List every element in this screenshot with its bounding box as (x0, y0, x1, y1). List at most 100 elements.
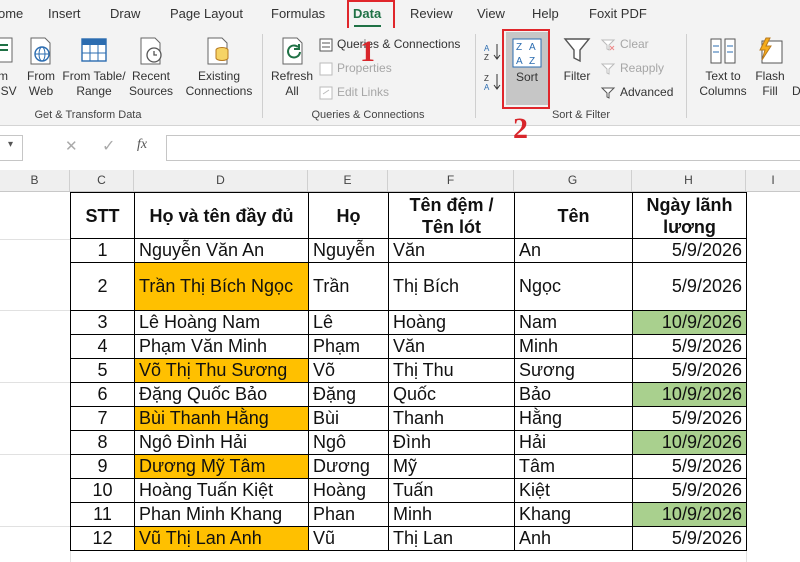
cell-full-name[interactable]: Võ Thị Thu Sương (134, 358, 309, 383)
cell-stt[interactable]: 2 (70, 262, 135, 311)
tab-foxit-pdf[interactable]: Foxit PDF (589, 6, 647, 21)
sort-desc-icon[interactable]: Z A (484, 72, 504, 92)
column-header-c[interactable]: C (70, 170, 134, 191)
tab-home[interactable]: ome (0, 6, 23, 21)
cell-full-name[interactable]: Đặng Quốc Bảo (134, 382, 309, 407)
tab-page-layout[interactable]: Page Layout (170, 6, 243, 21)
from-web-button[interactable]: From Web (22, 36, 58, 98)
cell-date[interactable]: 5/9/2026 (632, 262, 747, 311)
cell-full-name[interactable]: Hoàng Tuấn Kiệt (134, 478, 309, 503)
column-header-b[interactable]: B (0, 170, 70, 191)
cell-date[interactable]: 5/9/2026 (632, 238, 747, 263)
cell-ho[interactable]: Vũ (308, 526, 389, 551)
cell-date[interactable]: 10/9/2026 (632, 430, 747, 455)
cell-ho[interactable]: Bùi (308, 406, 389, 431)
clear-button[interactable]: Clear (600, 36, 670, 54)
cell-ten[interactable]: An (514, 238, 633, 263)
enter-icon[interactable]: ✓ (102, 136, 115, 156)
chevron-down-icon[interactable]: ▾ (8, 139, 13, 150)
cell-ten[interactable]: Hằng (514, 406, 633, 431)
text-to-columns-button[interactable]: Text to Columns (694, 36, 752, 98)
sort-asc-icon[interactable]: A Z (484, 42, 504, 62)
cell-ten-dem[interactable]: Quốc (388, 382, 515, 407)
tab-formulas[interactable]: Formulas (271, 6, 325, 21)
existing-connections-button[interactable]: Existing Connections (181, 36, 257, 98)
cell-ho[interactable]: Dương (308, 454, 389, 479)
cell-date[interactable]: 5/9/2026 (632, 454, 747, 479)
reapply-button[interactable]: Reapply (600, 60, 670, 78)
cell-stt[interactable]: 6 (70, 382, 135, 407)
tab-review[interactable]: Review (410, 6, 453, 21)
cell-ten-dem[interactable]: Thanh (388, 406, 515, 431)
filter-button[interactable]: Filter (558, 36, 596, 98)
cell-ten-dem[interactable]: Đình (388, 430, 515, 455)
cell-full-name[interactable]: Nguyễn Văn An (134, 238, 309, 263)
header-ten-dem[interactable]: Tên đệm / Tên lót (388, 192, 515, 239)
insert-function-icon[interactable]: fx (137, 137, 147, 153)
name-box[interactable]: ▾ (0, 135, 23, 161)
cell-full-name[interactable]: Bùi Thanh Hằng (134, 406, 309, 431)
from-table-range-button[interactable]: From Table/ Range (61, 36, 127, 98)
tab-view[interactable]: View (477, 6, 505, 21)
column-header-d[interactable]: D (134, 170, 308, 191)
cell-date[interactable]: 10/9/2026 (632, 502, 747, 527)
cell-ho[interactable]: Phạm (308, 334, 389, 359)
cell-full-name[interactable]: Dương Mỹ Tâm (134, 454, 309, 479)
remove-duplicates-button[interactable]: D (790, 36, 800, 98)
cancel-icon[interactable]: ✕ (65, 137, 78, 155)
header-ten[interactable]: Tên (514, 192, 633, 239)
cell-stt[interactable]: 10 (70, 478, 135, 503)
tab-insert[interactable]: Insert (48, 6, 81, 21)
cell-ten-dem[interactable]: Mỹ (388, 454, 515, 479)
cell-stt[interactable]: 3 (70, 310, 135, 335)
cell-stt[interactable]: 8 (70, 430, 135, 455)
cell-full-name[interactable]: Lê Hoàng Nam (134, 310, 309, 335)
tab-draw[interactable]: Draw (110, 6, 140, 21)
column-header-g[interactable]: G (514, 170, 632, 191)
queries-connections-button[interactable]: Queries & Connections (318, 36, 463, 54)
cell-ten[interactable]: Anh (514, 526, 633, 551)
cell-ten[interactable]: Sương (514, 358, 633, 383)
cell-ten[interactable]: Ngọc (514, 262, 633, 311)
cell-ho[interactable]: Đặng (308, 382, 389, 407)
tab-help[interactable]: Help (532, 6, 559, 21)
cell-ho[interactable]: Nguyễn (308, 238, 389, 263)
column-header-i[interactable]: I (746, 170, 800, 191)
cell-ten-dem[interactable]: Thị Lan (388, 526, 515, 551)
cell-ho[interactable]: Phan (308, 502, 389, 527)
cell-full-name[interactable]: Ngô Đình Hải (134, 430, 309, 455)
cell-ten-dem[interactable]: Hoàng (388, 310, 515, 335)
column-header-e[interactable]: E (308, 170, 388, 191)
recent-sources-button[interactable]: Recent Sources (128, 36, 174, 98)
cell-date[interactable]: 5/9/2026 (632, 478, 747, 503)
flash-fill-button[interactable]: Flash Fill (752, 36, 788, 98)
cell-date[interactable]: 5/9/2026 (632, 358, 747, 383)
cell-stt[interactable]: 1 (70, 238, 135, 263)
advanced-button[interactable]: Advanced (600, 84, 680, 102)
cell-ten-dem[interactable]: Văn (388, 238, 515, 263)
cell-ten-dem[interactable]: Tuấn (388, 478, 515, 503)
cell-ten-dem[interactable]: Thị Bích (388, 262, 515, 311)
cell-ten[interactable]: Tâm (514, 454, 633, 479)
cell-date[interactable]: 10/9/2026 (632, 310, 747, 335)
cell-ten-dem[interactable]: Minh (388, 502, 515, 527)
cell-stt[interactable]: 4 (70, 334, 135, 359)
cell-full-name[interactable]: Vũ Thị Lan Anh (134, 526, 309, 551)
cell-full-name[interactable]: Phan Minh Khang (134, 502, 309, 527)
cell-full-name[interactable]: Trần Thị Bích Ngọc (134, 262, 309, 311)
cell-ho[interactable]: Hoàng (308, 478, 389, 503)
cell-ho[interactable]: Ngô (308, 430, 389, 455)
header-ho[interactable]: Họ (308, 192, 389, 239)
cell-ten-dem[interactable]: Văn (388, 334, 515, 359)
cell-stt[interactable]: 7 (70, 406, 135, 431)
cell-ten[interactable]: Bảo (514, 382, 633, 407)
cell-full-name[interactable]: Phạm Văn Minh (134, 334, 309, 359)
cell-ten[interactable]: Nam (514, 310, 633, 335)
cell-stt[interactable]: 11 (70, 502, 135, 527)
cell-stt[interactable]: 12 (70, 526, 135, 551)
cell-date[interactable]: 5/9/2026 (632, 526, 747, 551)
cell-date[interactable]: 5/9/2026 (632, 334, 747, 359)
column-header-h[interactable]: H (632, 170, 746, 191)
formula-input[interactable] (166, 135, 800, 161)
cell-date[interactable]: 5/9/2026 (632, 406, 747, 431)
